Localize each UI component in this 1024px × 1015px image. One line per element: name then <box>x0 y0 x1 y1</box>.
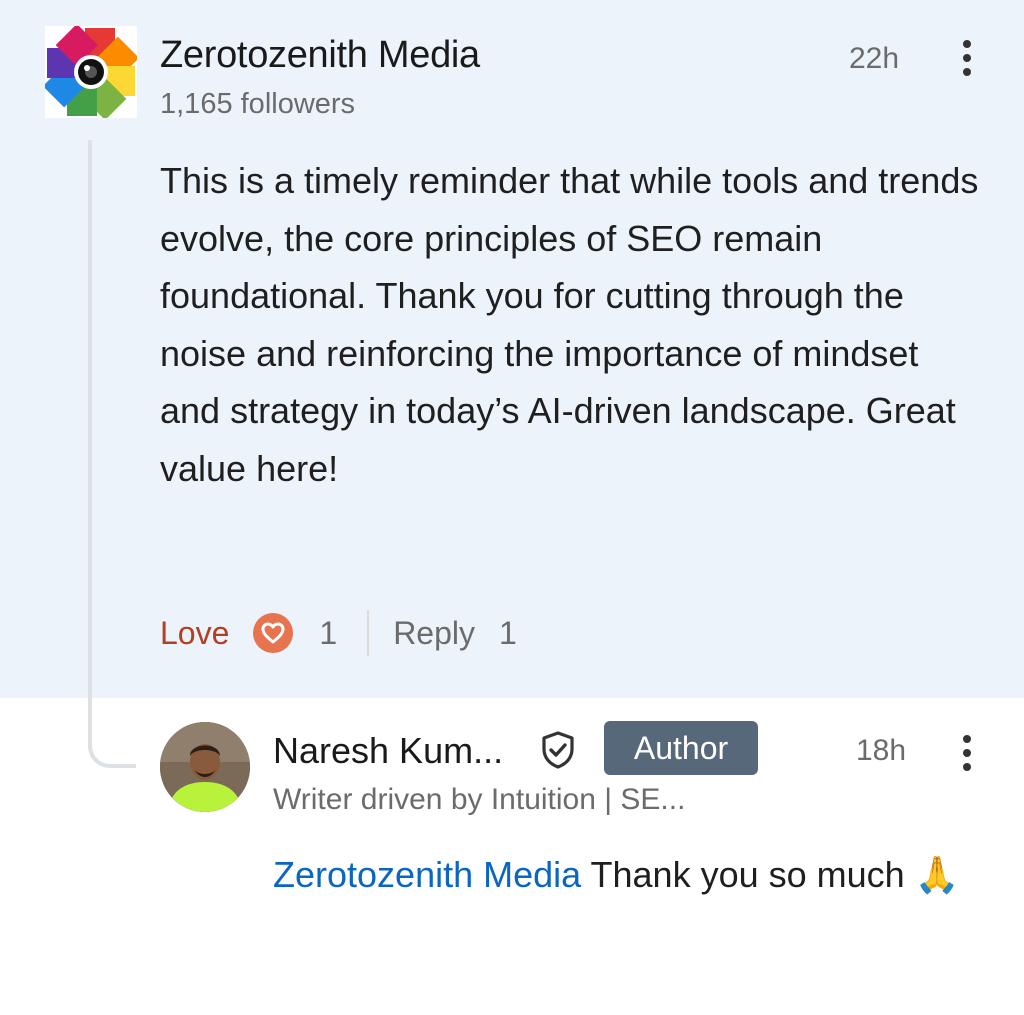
reply-count[interactable]: 1 <box>499 615 517 652</box>
reply-author-name[interactable]: Naresh Kum... <box>273 730 503 772</box>
reply-author-headline: Writer driven by Intuition | SE... <box>273 783 686 816</box>
follower-count: 1,165 followers <box>160 88 356 120</box>
more-options-icon[interactable] <box>957 40 977 86</box>
author-badge: Author <box>604 721 758 775</box>
comment-author-name[interactable]: Zerotozenith Media <box>160 34 480 77</box>
comment-timestamp: 22h <box>849 42 900 75</box>
reply-button[interactable]: Reply <box>393 615 475 652</box>
company-logo[interactable] <box>42 23 140 121</box>
praying-hands-emoji: 🙏 <box>914 854 960 895</box>
reply-timestamp: 18h <box>856 734 907 767</box>
reply-more-options-icon[interactable] <box>957 735 977 781</box>
comment-actions: Love 1 Reply 1 <box>160 610 517 656</box>
mention-link[interactable]: Zerotozenith Media <box>273 854 581 895</box>
action-divider <box>367 610 370 656</box>
love-reaction-button[interactable]: Love <box>160 615 229 652</box>
reply-text: Zerotozenith Media Thank you so much 🙏 <box>273 846 973 904</box>
thread-connector-line <box>88 140 136 768</box>
reaction-count[interactable]: 1 <box>319 615 337 652</box>
comment-text: This is a timely reminder that while too… <box>160 160 979 489</box>
avatar[interactable] <box>160 722 250 812</box>
verified-shield-icon <box>538 730 578 770</box>
reply-message: Thank you so much <box>581 854 915 895</box>
love-reaction-icon[interactable] <box>253 613 294 653</box>
